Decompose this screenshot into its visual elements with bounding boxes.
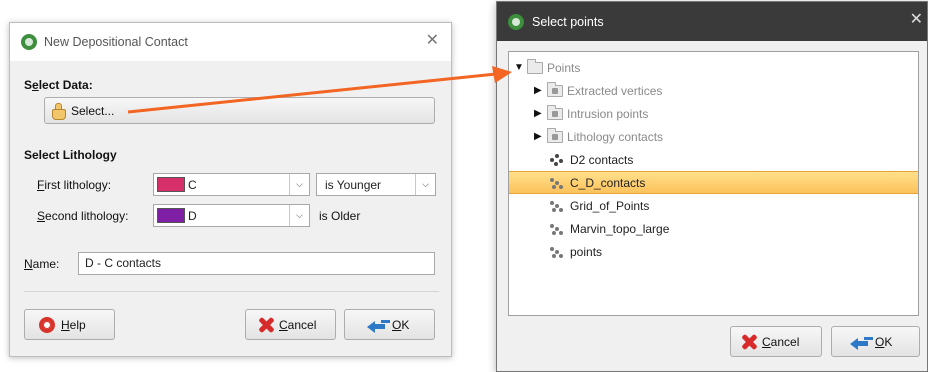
annotation-arrow-head bbox=[492, 66, 512, 83]
annotation-arrow-line bbox=[127, 72, 497, 114]
annotation-arrow bbox=[127, 66, 512, 114]
